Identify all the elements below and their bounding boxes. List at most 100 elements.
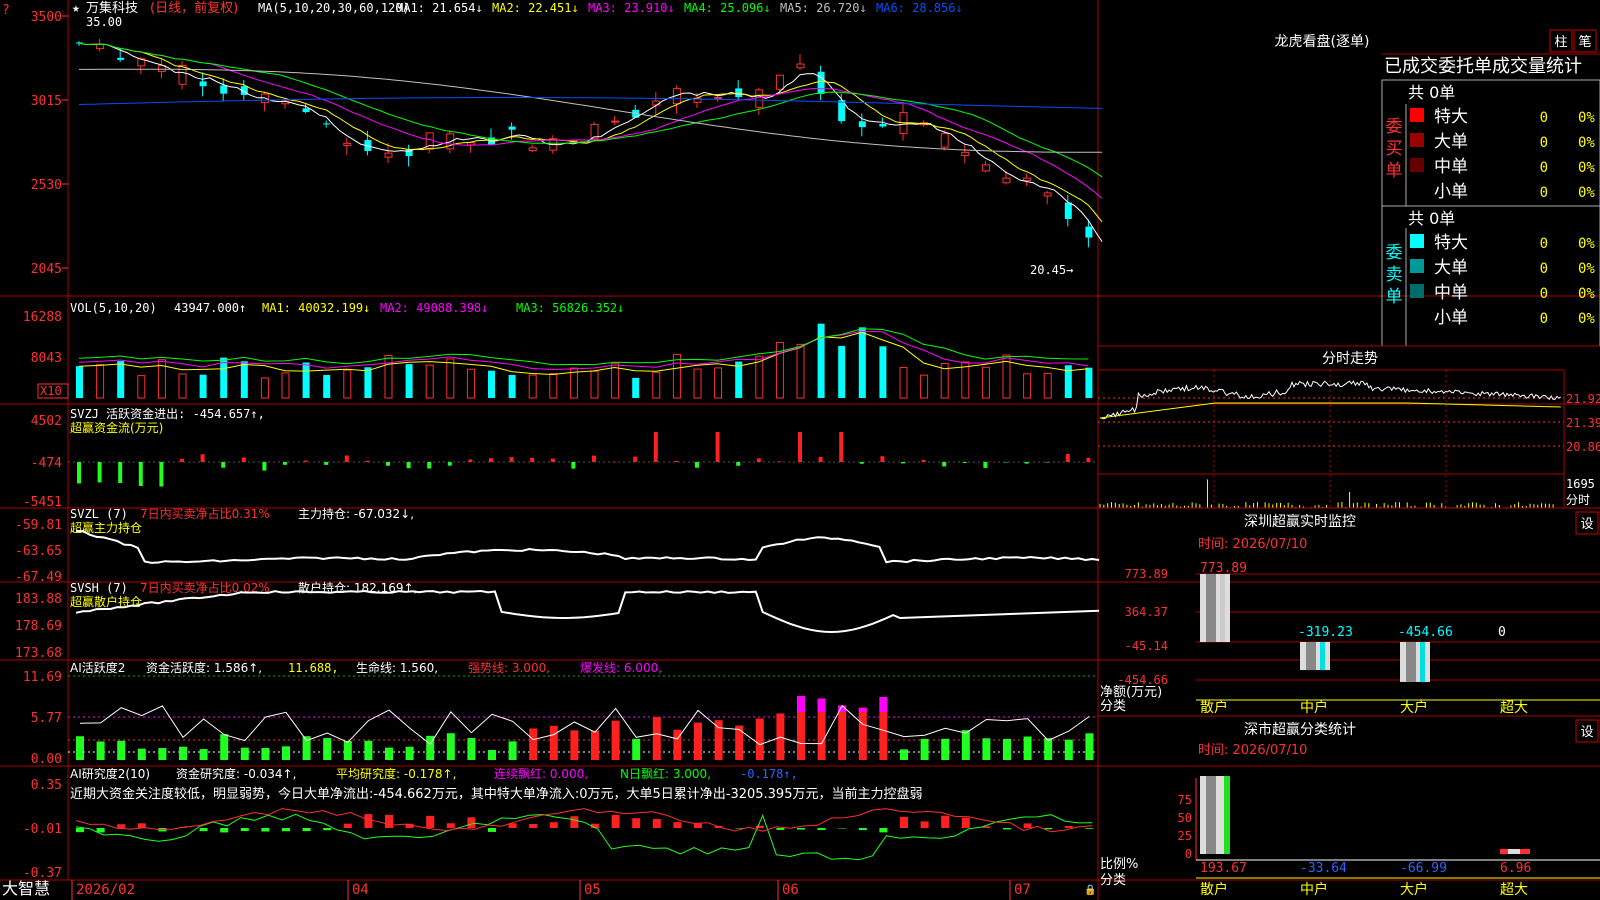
price-axis-label: 2045 [31, 262, 62, 277]
candle-body [1043, 192, 1052, 197]
vol-bar [488, 370, 495, 398]
flow-bar [1024, 462, 1029, 464]
buy-side-label: 委 [1386, 117, 1403, 137]
sz-stat-category: 超大 [1500, 882, 1528, 898]
sz-stat-bar-shade [1508, 848, 1520, 854]
activity-bar [611, 720, 620, 760]
research-bar [797, 828, 805, 830]
flow-bar [344, 455, 349, 462]
vol-bar [590, 370, 599, 399]
vol-bar [178, 373, 187, 399]
candle-body [755, 89, 764, 108]
svzj-axis-label: 4502 [31, 414, 62, 429]
sz-stat-axis-label: 75 [1178, 793, 1192, 807]
svsh-axis-label: 173.68 [15, 646, 62, 661]
ma-value: MA3: 23.910↓ [588, 1, 675, 15]
fenshi-unit: 分时 [1566, 493, 1590, 507]
ai1-axis-label: 5.77 [31, 711, 62, 726]
sz-stat-value: 6.96 [1500, 861, 1531, 876]
research-bar [76, 828, 84, 833]
sell-legend-swatch [1410, 259, 1424, 273]
candle-body [981, 164, 990, 172]
date-axis-label: 06 [782, 882, 799, 898]
buy-row-name: 小单 [1434, 182, 1468, 202]
activity-bar [1085, 733, 1094, 760]
ai2-c: 连续飘红: 0.000, [494, 766, 588, 781]
svsh-line [75, 589, 1100, 634]
research-bar [96, 828, 105, 833]
research-bar [1003, 828, 1011, 830]
candle-body [652, 100, 661, 106]
candle-body [323, 123, 331, 125]
candle-body [714, 96, 723, 99]
svsh-head: SVSH (7) [70, 581, 128, 595]
candle-body [508, 126, 516, 130]
sz-monitor-bar-shade [1220, 574, 1225, 642]
research-bar [1085, 828, 1094, 829]
price-axis-label: 3500 [31, 10, 62, 25]
ai1-b: 11.688, [288, 661, 339, 675]
tick-button-label: 笔 [1578, 34, 1591, 50]
candle-body [528, 147, 537, 152]
svzl-head: SVZL (7) [70, 507, 128, 521]
vol-bar [466, 368, 475, 399]
vol-bar [199, 374, 207, 398]
research-bar [467, 817, 476, 828]
candle-body [961, 151, 970, 157]
activity-bar [179, 746, 187, 760]
date-axis-label: 05 [584, 882, 601, 898]
sell-row-value: 0 [1540, 286, 1548, 302]
brand-logo: 大智慧 [2, 879, 50, 898]
activity-bar [838, 705, 847, 760]
sz-stat-axis-label: 0 [1185, 847, 1192, 861]
research-bar [529, 823, 538, 828]
svzl-axis-label: -59.81 [15, 518, 62, 533]
stock-name: 万集科技 [86, 0, 138, 16]
ai1-e: 爆发线: 6.000, [580, 660, 662, 675]
research-bar [961, 817, 970, 828]
candle-body [384, 152, 393, 158]
sz-monitor-ylabel2: 分类 [1100, 699, 1126, 714]
activity-bar [137, 748, 146, 760]
vol-bar [117, 361, 125, 398]
research-bar [220, 828, 229, 833]
research-bar [261, 828, 270, 832]
research-bar [900, 816, 908, 828]
buy-side-label: 买 [1386, 139, 1403, 159]
vol-bar [96, 364, 105, 399]
research-bar [488, 828, 496, 832]
sz-monitor-axis-label: 773.89 [1125, 567, 1168, 581]
sz-stat-ylabel: 比例% [1100, 857, 1138, 872]
ai2-axis-label: 0.35 [31, 778, 62, 793]
buy-row-value: 0 [1540, 160, 1548, 176]
ai2-a: 资金研究度: -0.034↑, [176, 766, 296, 781]
price-axis-label: 3015 [31, 94, 62, 109]
flow-bar [612, 461, 617, 463]
sz-monitor-bar-shade [1306, 642, 1316, 671]
sell-legend-swatch [1410, 284, 1424, 298]
star-icon: ★ [72, 1, 80, 16]
flow-bar [736, 462, 741, 466]
vol-bar [76, 366, 83, 398]
candle-body [611, 120, 620, 123]
activity-bar [343, 741, 352, 760]
price-axis-label: 2530 [31, 178, 62, 193]
fenshi-axis-label: 20.86 [1566, 440, 1600, 454]
research-bar [817, 828, 826, 830]
activity-bar [961, 730, 970, 760]
sz-monitor-ylabel: 净额(万元) [1100, 685, 1162, 700]
svzl-axis-label: -63.65 [15, 544, 62, 559]
buy-row-pct: 0% [1578, 110, 1595, 126]
ma-line-4 [78, 42, 1103, 178]
sz-monitor-bar-shade [1406, 642, 1416, 682]
svsh-axis-label: 183.88 [15, 592, 62, 607]
sz-monitor-category: 大户 [1400, 699, 1428, 716]
flow-bar [1045, 462, 1050, 463]
activity-bar [96, 741, 105, 760]
svzj-axis-label: -474 [31, 456, 62, 471]
flow-bar [674, 460, 679, 462]
activity-bar [282, 746, 290, 760]
vol-ma-line [78, 330, 1089, 371]
activity-bar [405, 746, 414, 760]
buy-legend-swatch [1410, 158, 1424, 172]
